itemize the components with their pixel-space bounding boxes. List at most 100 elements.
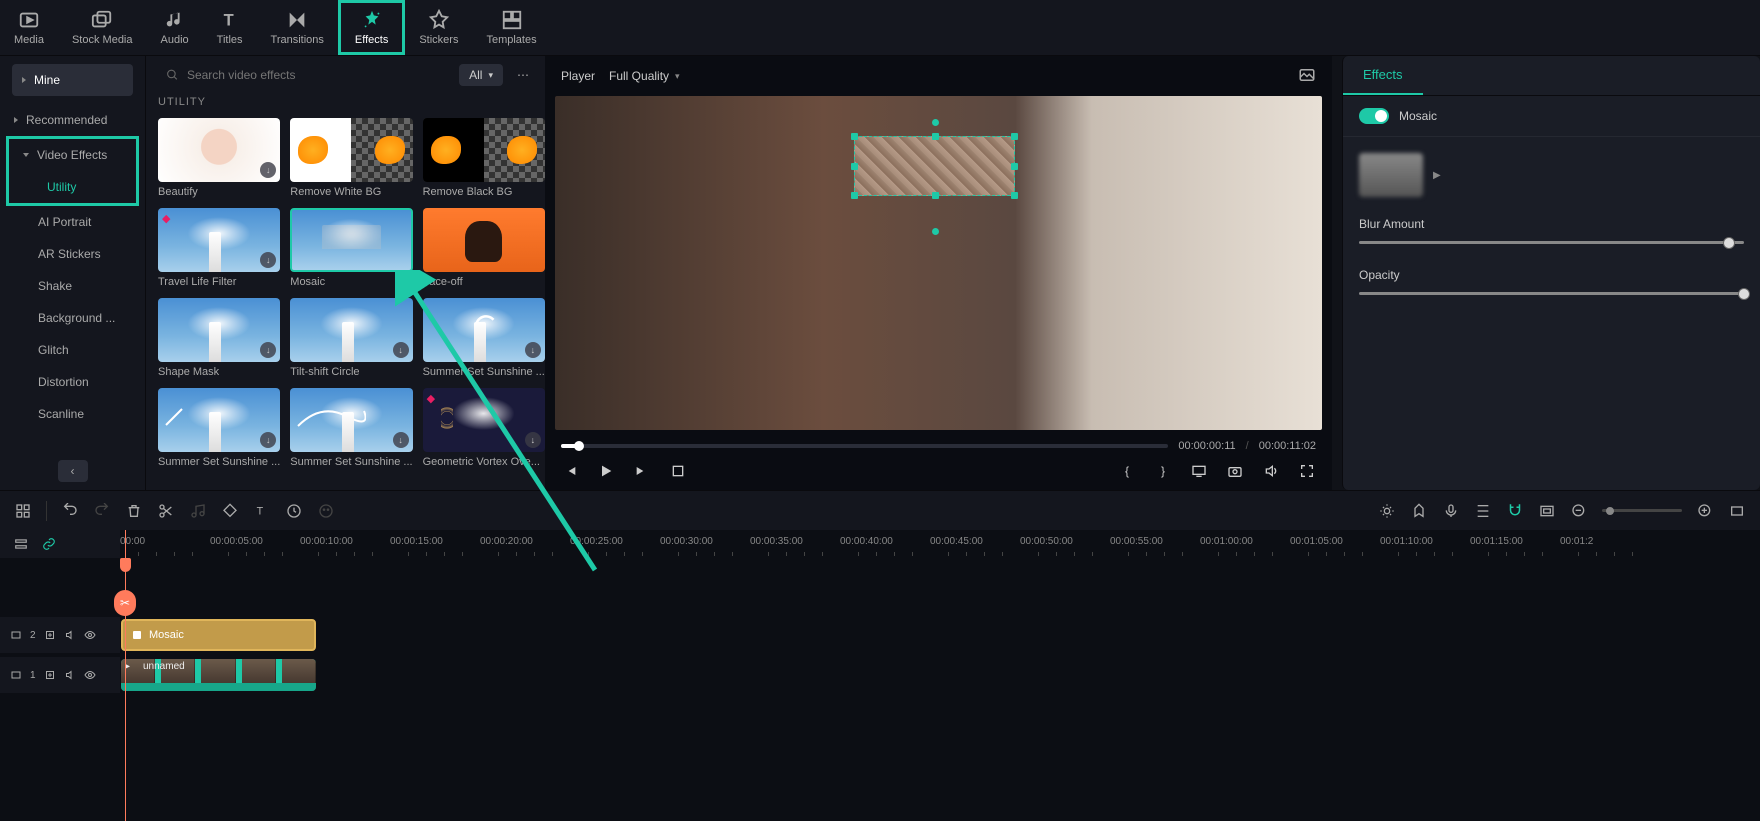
effect-faceoff[interactable]: Face-off [423, 208, 545, 288]
effect-summer-sun-1[interactable]: ↓Summer Set Sunshine ... [423, 298, 545, 378]
effect-travel-life[interactable]: ◆↓Travel Life Filter [158, 208, 280, 288]
cat-recommended[interactable]: Recommended [0, 104, 145, 136]
filter-dropdown[interactable]: All▾ [459, 64, 503, 86]
cat-video-effects[interactable]: Video Effects [9, 139, 136, 171]
search-input[interactable] [187, 68, 441, 82]
cat-background-label: Background ... [38, 311, 115, 325]
video-clip[interactable]: ▸ unnamed [121, 659, 316, 691]
add-track-icon[interactable] [44, 629, 56, 641]
tab-titles-label: Titles [217, 34, 243, 46]
track-layout-button[interactable] [12, 535, 30, 553]
zoom-slider[interactable] [1602, 509, 1682, 512]
effect-geometric-vortex[interactable]: ◆↓Geometric Vortex Ove... [423, 388, 545, 468]
properties-tab-effects[interactable]: Effects [1343, 56, 1423, 95]
text-button[interactable]: T [253, 502, 271, 520]
snapshot-icon[interactable] [1298, 66, 1316, 87]
tab-transitions[interactable]: Transitions [257, 0, 338, 55]
tab-templates-label: Templates [486, 34, 536, 46]
zoom-in-button[interactable] [1696, 502, 1714, 520]
split-button[interactable] [157, 502, 175, 520]
tab-stock-media[interactable]: Stock Media [58, 0, 147, 55]
cat-mine[interactable]: Mine [12, 64, 133, 96]
cat-ar-stickers[interactable]: AR Stickers [0, 238, 145, 270]
effect-shape-mask[interactable]: ↓Shape Mask [158, 298, 280, 378]
opacity-slider[interactable] [1359, 292, 1744, 295]
tag-button[interactable] [221, 502, 239, 520]
mark-in-button[interactable]: { [1118, 462, 1136, 480]
blur-amount-slider[interactable] [1359, 241, 1744, 244]
prev-frame-button[interactable] [561, 462, 579, 480]
cat-scanline[interactable]: Scanline [0, 398, 145, 430]
tab-stickers[interactable]: Stickers [405, 0, 472, 55]
fullscreen-button[interactable] [1298, 462, 1316, 480]
nav-back-button[interactable]: ‹ [58, 460, 88, 482]
cat-distortion[interactable]: Distortion [0, 366, 145, 398]
effect-mosaic[interactable]: Mosaic [290, 208, 412, 288]
track-head-fx[interactable]: 2 [0, 617, 120, 653]
color-button[interactable] [317, 502, 335, 520]
quality-dropdown[interactable]: Full Quality▾ [609, 69, 680, 83]
tab-media[interactable]: Media [0, 0, 58, 55]
tab-stickers-label: Stickers [419, 34, 458, 46]
camera-button[interactable] [1226, 462, 1244, 480]
track-head-video[interactable]: 1 [0, 657, 120, 693]
more-button[interactable]: ⋯ [513, 64, 533, 86]
cat-utility[interactable]: Utility [9, 171, 136, 203]
display-button[interactable] [1190, 462, 1208, 480]
speed-button[interactable] [285, 502, 303, 520]
effect-enable-toggle[interactable] [1359, 108, 1389, 124]
eye-icon[interactable] [84, 629, 96, 641]
tab-templates[interactable]: Templates [472, 0, 550, 55]
video-canvas[interactable] [555, 96, 1322, 430]
mosaic-style-preview[interactable] [1359, 153, 1423, 197]
volume-button[interactable] [1262, 462, 1280, 480]
tab-titles[interactable]: T Titles [203, 0, 257, 55]
effect-tilt-shift[interactable]: ↓Tilt-shift Circle [290, 298, 412, 378]
effect-summer-sun-3[interactable]: ↓Summer Set Sunshine ... [290, 388, 412, 468]
magnet-button[interactable] [1506, 502, 1524, 520]
cat-background[interactable]: Background ... [0, 302, 145, 334]
grid-button[interactable] [14, 502, 32, 520]
effect-beautify[interactable]: ↓Beautify [158, 118, 280, 198]
safe-zone-button[interactable] [1538, 502, 1556, 520]
scrubber[interactable] [561, 444, 1168, 448]
video-track-icon [10, 669, 22, 681]
mixer-button[interactable] [1474, 502, 1492, 520]
cat-shake[interactable]: Shake [0, 270, 145, 302]
search-box[interactable] [158, 64, 449, 86]
playhead[interactable]: ✂ [125, 530, 126, 821]
effect-remove-black[interactable]: Remove Black BG [423, 118, 545, 198]
link-button[interactable] [40, 535, 58, 553]
music-button[interactable] [189, 502, 207, 520]
mute-icon[interactable] [64, 629, 76, 641]
stop-button[interactable] [669, 462, 687, 480]
mosaic-overlay[interactable] [854, 136, 1015, 196]
cat-ar-stickers-label: AR Stickers [38, 247, 101, 261]
cat-recommended-label: Recommended [26, 113, 107, 127]
mosaic-style-next[interactable]: ▶ [1433, 170, 1441, 181]
cat-ai-portrait[interactable]: AI Portrait [0, 206, 145, 238]
effect-remove-white[interactable]: Remove White BG [290, 118, 412, 198]
effect-clip[interactable]: Mosaic [121, 619, 316, 651]
delete-button[interactable] [125, 502, 143, 520]
add-track-icon[interactable] [44, 669, 56, 681]
effect-summer-sun-2[interactable]: ↓Summer Set Sunshine ... [158, 388, 280, 468]
play-button[interactable] [597, 462, 615, 480]
mark-out-button[interactable]: } [1154, 462, 1172, 480]
render-button[interactable] [1378, 502, 1396, 520]
mic-button[interactable] [1442, 502, 1460, 520]
undo-button[interactable] [61, 502, 79, 520]
redo-button[interactable] [93, 502, 111, 520]
cat-glitch[interactable]: Glitch [0, 334, 145, 366]
tab-effects[interactable]: Effects [338, 0, 405, 55]
tab-audio[interactable]: Audio [147, 0, 203, 55]
marker-button[interactable] [1410, 502, 1428, 520]
ruler[interactable]: 00:0000:00:05:0000:00:10:0000:00:15:0000… [120, 530, 1760, 558]
playhead-scissor-icon[interactable]: ✂ [114, 590, 136, 616]
effects-panel: All▾ ⋯ UTILITY ↓Beautify Remove White BG… [145, 56, 545, 490]
eye-icon[interactable] [84, 669, 96, 681]
next-frame-button[interactable] [633, 462, 651, 480]
mute-icon[interactable] [64, 669, 76, 681]
zoom-fit-button[interactable] [1728, 502, 1746, 520]
zoom-out-button[interactable] [1570, 502, 1588, 520]
